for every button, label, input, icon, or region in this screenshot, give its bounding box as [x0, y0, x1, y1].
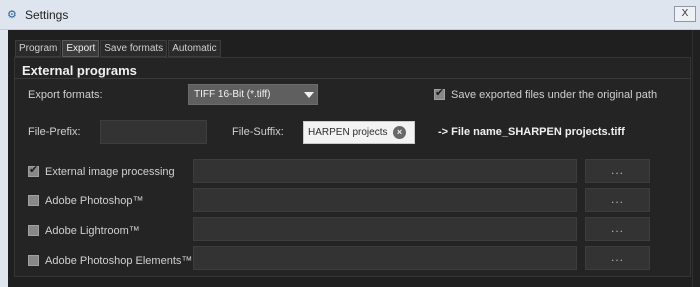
section-title: External programs [22, 63, 137, 78]
adobe-photoshop-elements-path[interactable] [193, 246, 577, 270]
section-divider [14, 78, 691, 79]
adobe-photoshop-elements-checkbox[interactable] [28, 255, 39, 266]
tab-save-formats[interactable]: Save formats [100, 40, 168, 57]
adobe-photoshop-label: Adobe Photoshop™ [45, 195, 144, 207]
settings-gear-icon: ⚙ [7, 9, 17, 21]
file-prefix-label: File-Prefix: [28, 126, 81, 138]
file-name-preview: -> File name_SHARPEN projects.tiff [438, 126, 625, 138]
file-prefix-input[interactable] [100, 120, 207, 144]
adobe-lightroom-browse-button[interactable]: ... [585, 217, 650, 241]
export-formats-select[interactable]: TIFF 16-Bit (*.tiff) [188, 84, 318, 105]
external-image-processing-browse-button[interactable]: ... [585, 159, 650, 183]
tab-export[interactable]: Export [62, 40, 100, 57]
save-original-path-label: Save exported files under the original p… [451, 89, 658, 101]
adobe-photoshop-elements-label: Adobe Photoshop Elements™ [45, 255, 193, 267]
window-title: Settings [25, 8, 69, 22]
adobe-lightroom-path[interactable] [193, 217, 577, 241]
clear-icon[interactable]: × [393, 126, 406, 139]
external-image-processing-label: External image processing [45, 166, 175, 178]
adobe-lightroom-label: Adobe Lightroom™ [45, 225, 140, 237]
save-original-path-checkbox[interactable] [434, 86, 445, 100]
adobe-photoshop-browse-button[interactable]: ... [585, 188, 650, 212]
left-frame-edge [0, 30, 8, 287]
adobe-photoshop-checkbox[interactable] [28, 195, 39, 206]
adobe-photoshop-elements-browse-button[interactable]: ... [585, 246, 650, 270]
external-image-processing-path[interactable] [193, 159, 577, 183]
tab-automatic[interactable]: Automatic [168, 40, 221, 57]
chevron-down-icon[interactable] [300, 84, 318, 105]
tab-program[interactable]: Program [15, 40, 62, 57]
external-image-processing-checkbox[interactable] [28, 163, 39, 177]
title-bar: ⚙ Settings X [0, 0, 700, 30]
adobe-photoshop-path[interactable] [193, 188, 577, 212]
right-scroll-edge[interactable] [692, 30, 700, 287]
adobe-lightroom-checkbox[interactable] [28, 225, 39, 236]
close-button[interactable]: X [674, 6, 696, 22]
file-suffix-label: File-Suffix: [232, 126, 284, 138]
settings-tabs: Program Export Save formats Automatic [15, 40, 221, 57]
export-formats-label: Export formats: [28, 89, 103, 101]
